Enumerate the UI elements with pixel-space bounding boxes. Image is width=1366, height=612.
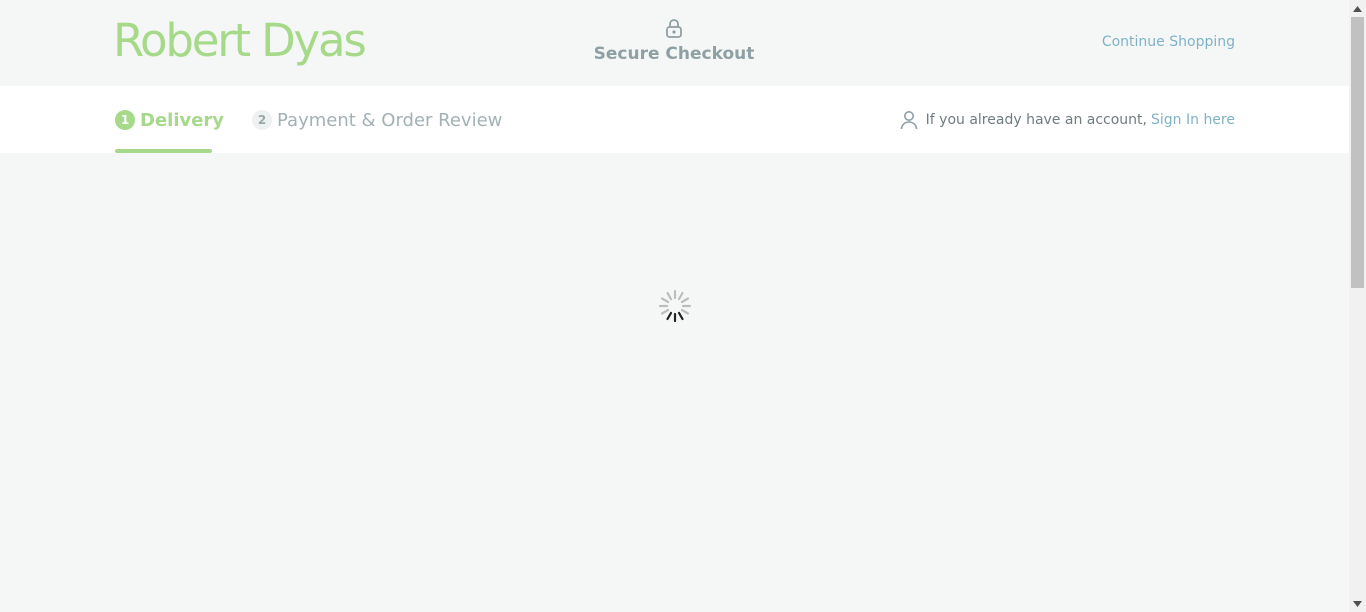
- spinner-spoke: [660, 297, 670, 304]
- scroll-down-arrow-icon[interactable]: [1349, 595, 1366, 612]
- scroll-up-arrow-icon[interactable]: [1349, 0, 1366, 17]
- spinner-spoke: [660, 308, 670, 315]
- page: Robert Dyas Secure Checkout Continue Sho…: [0, 0, 1349, 612]
- scrollbar-thumb[interactable]: [1351, 17, 1364, 288]
- user-icon: [900, 111, 917, 130]
- continue-shopping-link[interactable]: Continue Shopping: [1102, 34, 1235, 50]
- secure-checkout: Secure Checkout: [574, 18, 774, 64]
- account-signin: If you already have an account, Sign In …: [900, 109, 1235, 131]
- active-step-indicator: [115, 149, 212, 153]
- step-label: Payment & Order Review: [277, 109, 503, 131]
- loading-spinner-icon: [658, 289, 692, 323]
- logo[interactable]: Robert Dyas: [113, 14, 367, 68]
- spinner-spoke: [666, 291, 673, 301]
- spinner-spoke: [666, 311, 673, 321]
- spinner-spoke: [680, 308, 690, 315]
- step-number: 1: [115, 110, 135, 130]
- spinner-spoke: [677, 291, 684, 301]
- account-prompt: If you already have an account,: [925, 112, 1147, 128]
- step-payment-review[interactable]: 2 Payment & Order Review: [252, 107, 502, 133]
- step-delivery[interactable]: 1 Delivery: [115, 107, 224, 133]
- lock-icon: [666, 19, 682, 38]
- header: Robert Dyas Secure Checkout Continue Sho…: [0, 0, 1349, 86]
- step-label: Delivery: [140, 109, 225, 131]
- spinner-spoke: [677, 311, 684, 321]
- sign-in-link[interactable]: Sign In here: [1151, 112, 1235, 128]
- vertical-scrollbar[interactable]: [1349, 0, 1366, 612]
- step-number: 2: [252, 110, 272, 130]
- secure-checkout-label: Secure Checkout: [593, 44, 755, 64]
- spinner-spoke: [680, 297, 690, 304]
